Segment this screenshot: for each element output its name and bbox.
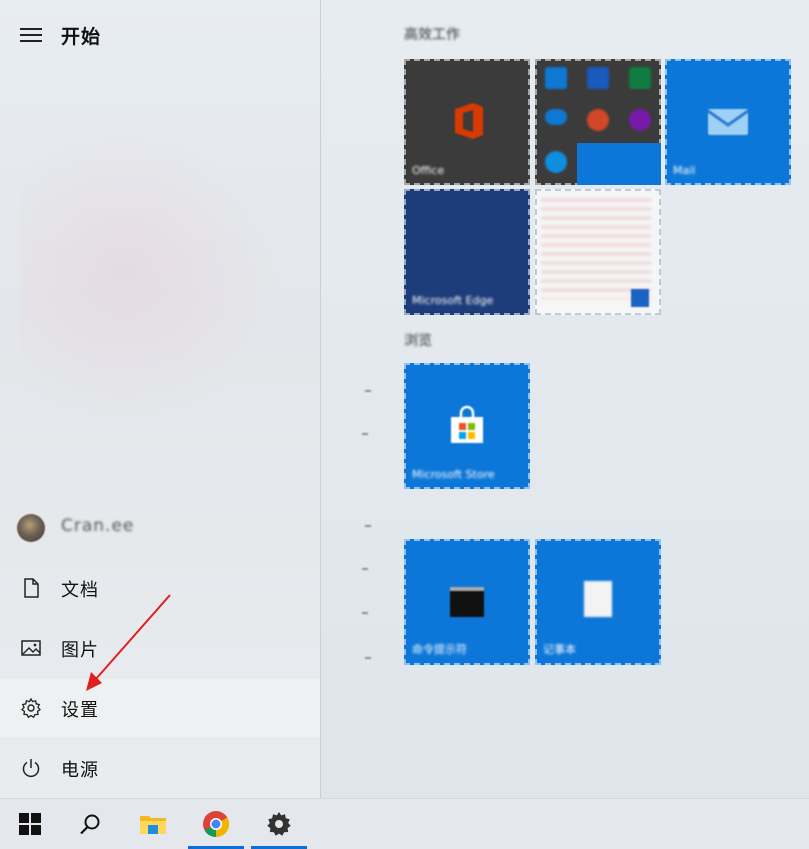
tile-mail[interactable]: Mail [665, 59, 791, 185]
outlook-mini-icon [545, 67, 567, 89]
pictures-icon [21, 640, 41, 656]
documents-label: 文档 [61, 580, 99, 601]
user-avatar [17, 514, 45, 542]
tile-notepad[interactable]: 记事本 [535, 539, 661, 665]
tile-group-header-browse: 浏览 [404, 333, 432, 349]
onedrive-mini-icon [545, 109, 567, 125]
user-account-item[interactable]: Cran.ee [0, 499, 320, 557]
chrome-icon [203, 811, 230, 838]
search-icon [80, 814, 100, 835]
tile-office-label: Office [412, 164, 445, 177]
notepad-icon [584, 581, 612, 617]
start-left-rail: 开始 Cran.ee 文档 图片 设置 电源 [0, 0, 321, 798]
excel-mini-icon [629, 67, 651, 89]
separator-mark [365, 657, 371, 659]
tile-photos[interactable] [535, 189, 661, 315]
tile-command-prompt[interactable]: 命令提示符 [404, 539, 530, 665]
onenote-mini-icon [629, 109, 651, 131]
file-explorer-button[interactable] [123, 799, 183, 849]
document-icon [24, 578, 39, 598]
start-header: 开始 [0, 14, 320, 54]
separator-mark [365, 390, 371, 392]
start-button[interactable] [0, 799, 60, 849]
word-mini-icon [587, 67, 609, 89]
tile-edge-label: Microsoft Edge [412, 294, 494, 307]
search-button[interactable] [60, 799, 120, 849]
tile-mail-label: Mail [673, 164, 696, 177]
tile-edge[interactable]: Microsoft Edge [404, 189, 530, 315]
tile-store-label: Microsoft Store [412, 468, 495, 481]
start-title: 开始 [61, 26, 102, 48]
folder-blue-area [577, 143, 661, 185]
skype-mini-icon [545, 151, 567, 173]
settings-label: 设置 [61, 700, 99, 721]
pictures-label: 图片 [61, 640, 99, 661]
start-menu: 开始 Cran.ee 文档 图片 设置 电源 高效工作 Office Mail … [0, 0, 809, 798]
documents-item[interactable]: 文档 [0, 559, 320, 617]
photos-app-icon [631, 289, 649, 307]
separator-mark [365, 525, 371, 527]
power-label: 电源 [61, 760, 99, 781]
power-icon [22, 759, 40, 778]
power-item[interactable]: 电源 [0, 739, 320, 797]
tile-notepad-label: 记事本 [543, 643, 576, 656]
taskbar [0, 798, 809, 849]
hamburger-menu-icon[interactable] [20, 28, 42, 42]
gear-icon [267, 812, 291, 836]
separator-mark [362, 433, 368, 435]
tile-command-prompt-label: 命令提示符 [412, 643, 467, 656]
settings-app-button[interactable] [249, 799, 309, 849]
powerpoint-mini-icon [587, 109, 609, 131]
windows-logo-icon [19, 813, 41, 835]
mail-icon [707, 109, 749, 135]
gear-icon [21, 697, 41, 719]
folder-icon [140, 816, 166, 834]
settings-item[interactable]: 设置 [0, 679, 320, 737]
tile-group-header-productivity: 高效工作 [404, 27, 460, 43]
store-bag-icon [451, 405, 483, 443]
separator-mark [362, 568, 368, 570]
pictures-item[interactable]: 图片 [0, 619, 320, 677]
separator-mark [362, 612, 368, 614]
tile-office-apps-folder[interactable] [535, 59, 661, 185]
tile-store[interactable]: Microsoft Store [404, 363, 530, 489]
terminal-icon [450, 587, 484, 617]
user-name: Cran.ee [61, 516, 135, 536]
chrome-button[interactable] [186, 799, 246, 849]
office-icon [455, 103, 483, 139]
photos-thumbnail [541, 199, 651, 299]
tile-office[interactable]: Office [404, 59, 530, 185]
